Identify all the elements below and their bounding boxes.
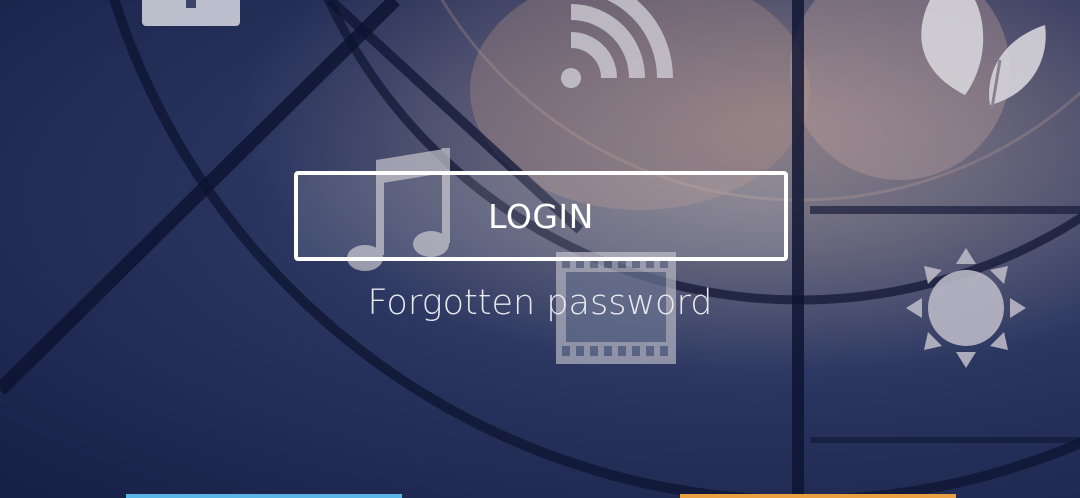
- login-button-label: LOGIN: [488, 196, 594, 236]
- login-button[interactable]: LOGIN: [294, 171, 788, 261]
- sun-icon: [906, 248, 1026, 368]
- bottom-accent-right: [680, 494, 956, 498]
- login-screen: LOGIN Forgotten password: [0, 0, 1080, 498]
- lock-icon: [142, 0, 240, 26]
- bottom-accent-left: [126, 494, 402, 498]
- wifi-icon: [561, 0, 673, 88]
- leaf-icon: [921, 0, 1046, 109]
- forgot-password-link[interactable]: Forgotten password: [340, 283, 740, 323]
